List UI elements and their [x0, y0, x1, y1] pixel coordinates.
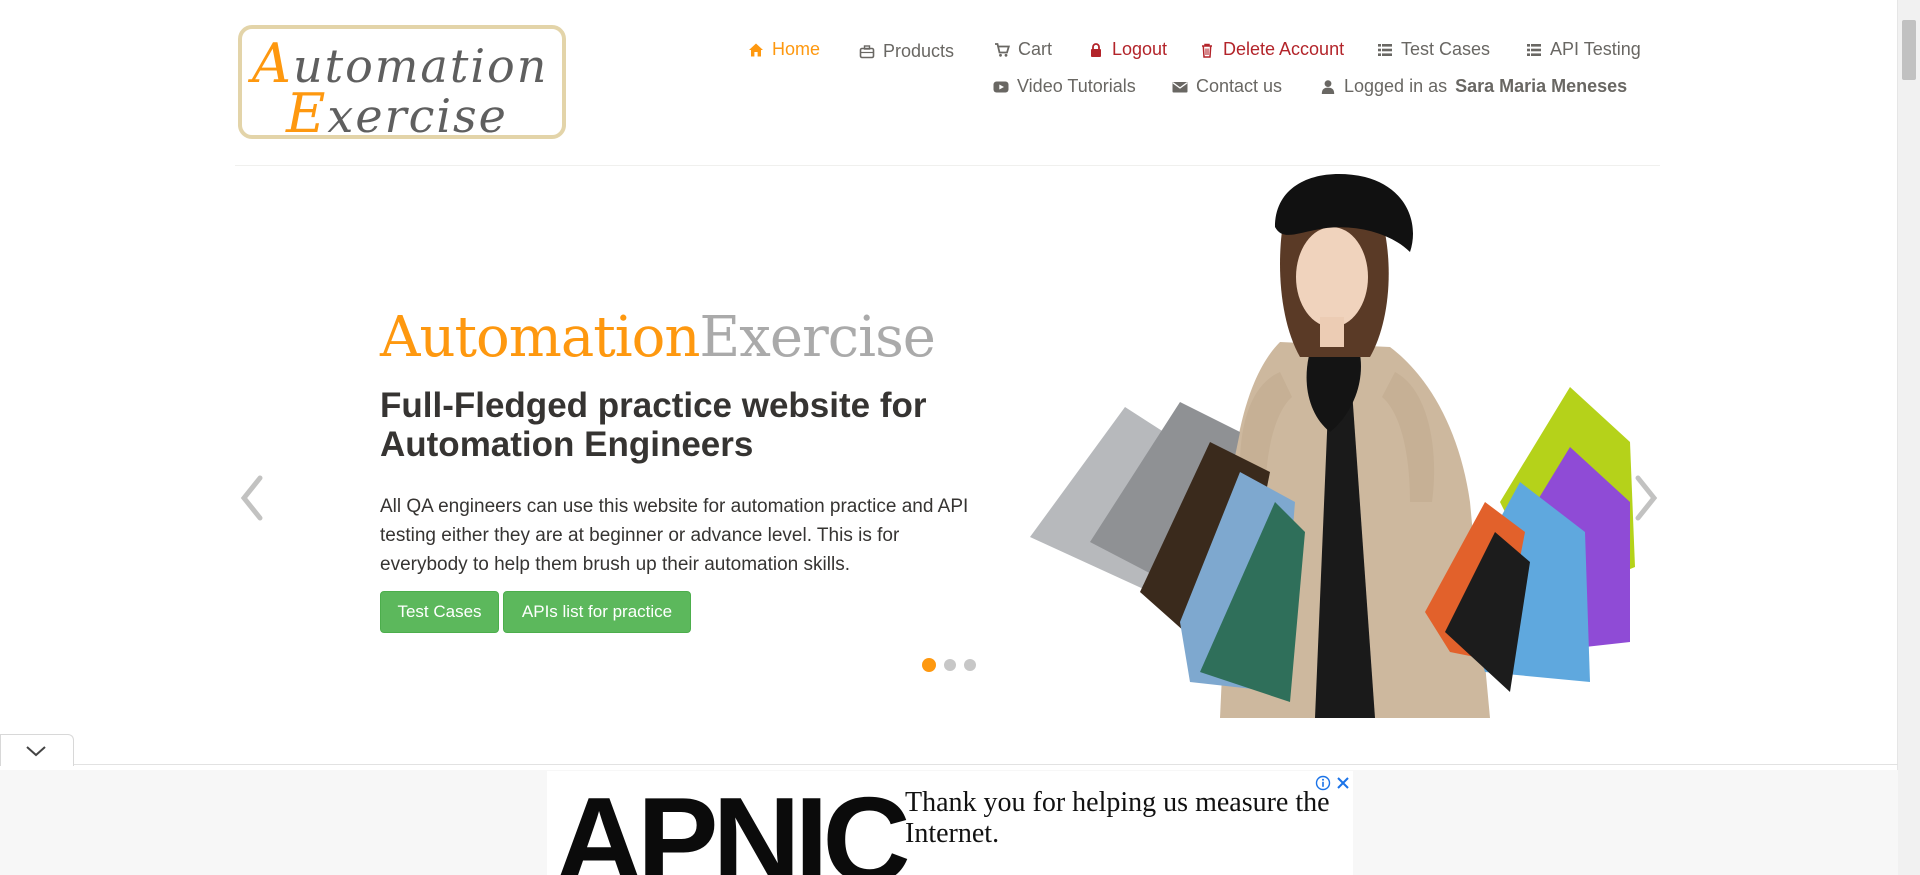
slider-brand-title: AutomationExercise: [380, 310, 936, 366]
chevron-left-icon: [240, 475, 263, 521]
close-icon[interactable]: [1335, 775, 1351, 791]
logo-text-1: utomation: [293, 39, 549, 93]
nav-delete-account-label: Delete Account: [1223, 39, 1345, 59]
nav-cart-label: Cart: [1018, 39, 1053, 59]
chevron-right-icon: [1635, 475, 1658, 521]
nav-video-tutorials-label: Video Tutorials: [1017, 76, 1136, 96]
nav-api-testing-label: API Testing: [1550, 39, 1641, 59]
ad-brand-logo: APNIC: [555, 772, 911, 875]
ad-banner[interactable]: APNIC Thank you for helping us measure t…: [547, 771, 1353, 875]
nav-video-tutorials[interactable]: Video Tutorials: [993, 76, 1136, 97]
slider-dot-2[interactable]: [944, 659, 956, 671]
envelope-icon: [1172, 81, 1188, 92]
briefcase-icon: [859, 44, 875, 58]
cart-icon: [995, 42, 1010, 57]
nav-cart[interactable]: Cart: [994, 39, 1052, 60]
nav-logout-label: Logout: [1112, 39, 1168, 59]
trash-icon: [1202, 43, 1212, 58]
brand-part-automation: Automation: [380, 305, 700, 370]
logo-cap-e: E: [286, 82, 328, 145]
nav-home[interactable]: Home: [748, 39, 820, 60]
nav-test-cases[interactable]: Test Cases: [1377, 39, 1490, 60]
nav-logout[interactable]: Logout: [1088, 39, 1167, 60]
user-icon: [1321, 79, 1335, 94]
logged-in-prefix: Logged in as: [1344, 76, 1448, 96]
nav-home-label: Home: [772, 39, 821, 59]
lock-icon: [1091, 42, 1101, 57]
scrollbar-thumb[interactable]: [1902, 20, 1916, 80]
chevron-down-icon: [26, 746, 46, 757]
nav-test-cases-label: Test Cases: [1401, 39, 1491, 59]
info-icon[interactable]: [1315, 775, 1331, 791]
slider-indicators: [922, 658, 976, 672]
ad-collapse-button[interactable]: [0, 734, 74, 766]
ad-message: Thank you for helping us measure the Int…: [905, 787, 1330, 849]
logo-text-2: xercise: [327, 89, 508, 143]
nav-delete-account[interactable]: Delete Account: [1199, 39, 1344, 60]
slider-next-button[interactable]: [1632, 470, 1662, 526]
home-icon: [749, 43, 763, 56]
hero-image-girl-with-shopping-bags: [1030, 174, 1635, 718]
apis-list-button[interactable]: APIs list for practice: [503, 591, 691, 633]
slider-prev-button[interactable]: [236, 470, 266, 526]
ad-bar-divider: [0, 764, 1898, 765]
list-icon: [1527, 43, 1541, 56]
nav-contact-us[interactable]: Contact us: [1172, 76, 1282, 97]
slider-headline: Full-Fledged practice website for Automa…: [380, 386, 927, 464]
site-logo[interactable]: Automation Exercise: [238, 25, 566, 141]
nav-api-testing[interactable]: API Testing: [1526, 39, 1641, 60]
header-divider: [235, 165, 1660, 166]
slider-dot-3[interactable]: [964, 659, 976, 671]
list-icon: [1378, 43, 1392, 56]
nav-logged-in-as: Logged in as Sara Maria Meneses: [1320, 76, 1627, 97]
test-cases-button[interactable]: Test Cases: [380, 591, 499, 633]
nav-products-label: Products: [883, 41, 955, 61]
brand-part-exercise: Exercise: [699, 305, 936, 370]
nav-products[interactable]: Products: [859, 41, 954, 62]
nav-contact-us-label: Contact us: [1196, 76, 1283, 96]
youtube-play-icon: [993, 81, 1009, 92]
slider-description: All QA engineers can use this website fo…: [380, 496, 969, 575]
logo-line-2: Exercise: [286, 87, 508, 141]
page-scrollbar[interactable]: [1897, 0, 1920, 875]
slider-dot-1[interactable]: [922, 658, 936, 672]
logged-in-username: Sara Maria Meneses: [1455, 76, 1628, 96]
